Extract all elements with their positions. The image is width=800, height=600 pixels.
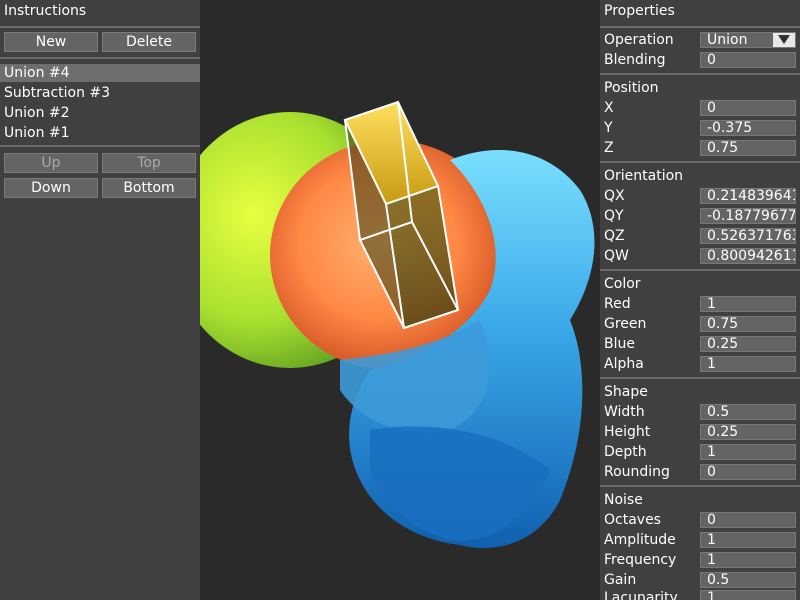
delete-button[interactable]: Delete <box>102 32 196 52</box>
operation-value: Union <box>707 32 748 48</box>
divider <box>600 73 800 75</box>
move-up-button[interactable]: Up <box>4 153 98 173</box>
lacunarity-label: Lacunarity <box>604 590 678 600</box>
move-bottom-button[interactable]: Bottom <box>102 178 196 198</box>
z-label: Z <box>604 140 614 156</box>
x-label: X <box>604 100 614 116</box>
list-item[interactable]: Union #4 <box>0 64 200 82</box>
qw-field[interactable]: 0.800942611 <box>700 248 796 264</box>
rounding-field[interactable]: 0 <box>700 464 796 480</box>
y-field[interactable]: -0.375 <box>700 120 796 136</box>
red-label: Red <box>604 296 631 312</box>
amplitude-label: Amplitude <box>604 532 676 548</box>
properties-panel: Properties Operation Union Blending 0 Po… <box>600 0 800 600</box>
operation-select[interactable]: Union <box>700 32 796 48</box>
divider <box>600 161 800 163</box>
properties-title: Properties <box>604 3 675 19</box>
list-item[interactable]: Union #1 <box>0 124 200 142</box>
qz-label: QZ <box>604 228 625 244</box>
position-heading: Position <box>604 80 659 96</box>
divider <box>600 377 800 379</box>
divider <box>600 26 800 28</box>
blending-label: Blending <box>604 52 666 68</box>
qz-field[interactable]: 0.526371763 <box>700 228 796 244</box>
gain-field[interactable]: 0.5 <box>700 572 796 588</box>
qx-label: QX <box>604 188 625 204</box>
z-field[interactable]: 0.75 <box>700 140 796 156</box>
shape-heading: Shape <box>604 384 648 400</box>
depth-label: Depth <box>604 444 647 460</box>
divider <box>0 57 200 59</box>
red-field[interactable]: 1 <box>700 296 796 312</box>
3d-viewport[interactable] <box>200 0 600 600</box>
height-label: Height <box>604 424 651 440</box>
height-field[interactable]: 0.25 <box>700 424 796 440</box>
lacunarity-field[interactable]: 1 <box>700 590 796 600</box>
blue-label: Blue <box>604 336 635 352</box>
octaves-field[interactable]: 0 <box>700 512 796 528</box>
list-item[interactable]: Subtraction #3 <box>0 84 200 102</box>
blue-field[interactable]: 0.25 <box>700 336 796 352</box>
qw-label: QW <box>604 248 629 264</box>
render-scene <box>200 100 595 548</box>
divider <box>600 269 800 271</box>
instructions-panel: Instructions New Delete Union #4 Subtrac… <box>0 0 200 600</box>
gain-label: Gain <box>604 572 637 588</box>
operation-label: Operation <box>604 32 674 48</box>
green-field[interactable]: 0.75 <box>700 316 796 332</box>
qy-label: QY <box>604 208 624 224</box>
depth-field[interactable]: 1 <box>700 444 796 460</box>
frequency-field[interactable]: 1 <box>700 552 796 568</box>
divider <box>0 145 200 147</box>
y-label: Y <box>604 120 613 136</box>
width-label: Width <box>604 404 645 420</box>
frequency-label: Frequency <box>604 552 677 568</box>
noise-heading: Noise <box>604 492 643 508</box>
list-item[interactable]: Union #2 <box>0 104 200 122</box>
new-button[interactable]: New <box>4 32 98 52</box>
move-down-button[interactable]: Down <box>4 178 98 198</box>
qy-field[interactable]: -0.18779677 <box>700 208 796 224</box>
green-label: Green <box>604 316 647 332</box>
instructions-title: Instructions <box>4 3 87 19</box>
width-field[interactable]: 0.5 <box>700 404 796 420</box>
x-field[interactable]: 0 <box>700 100 796 116</box>
orientation-heading: Orientation <box>604 168 684 184</box>
rounding-label: Rounding <box>604 464 670 480</box>
octaves-label: Octaves <box>604 512 661 528</box>
divider <box>0 26 200 28</box>
alpha-field[interactable]: 1 <box>700 356 796 372</box>
divider <box>600 485 800 487</box>
move-top-button[interactable]: Top <box>102 153 196 173</box>
color-heading: Color <box>604 276 641 292</box>
blending-field[interactable]: 0 <box>700 52 796 68</box>
amplitude-field[interactable]: 1 <box>700 532 796 548</box>
qx-field[interactable]: 0.214839641 <box>700 188 796 204</box>
alpha-label: Alpha <box>604 356 644 372</box>
chevron-down-icon[interactable] <box>773 33 795 47</box>
